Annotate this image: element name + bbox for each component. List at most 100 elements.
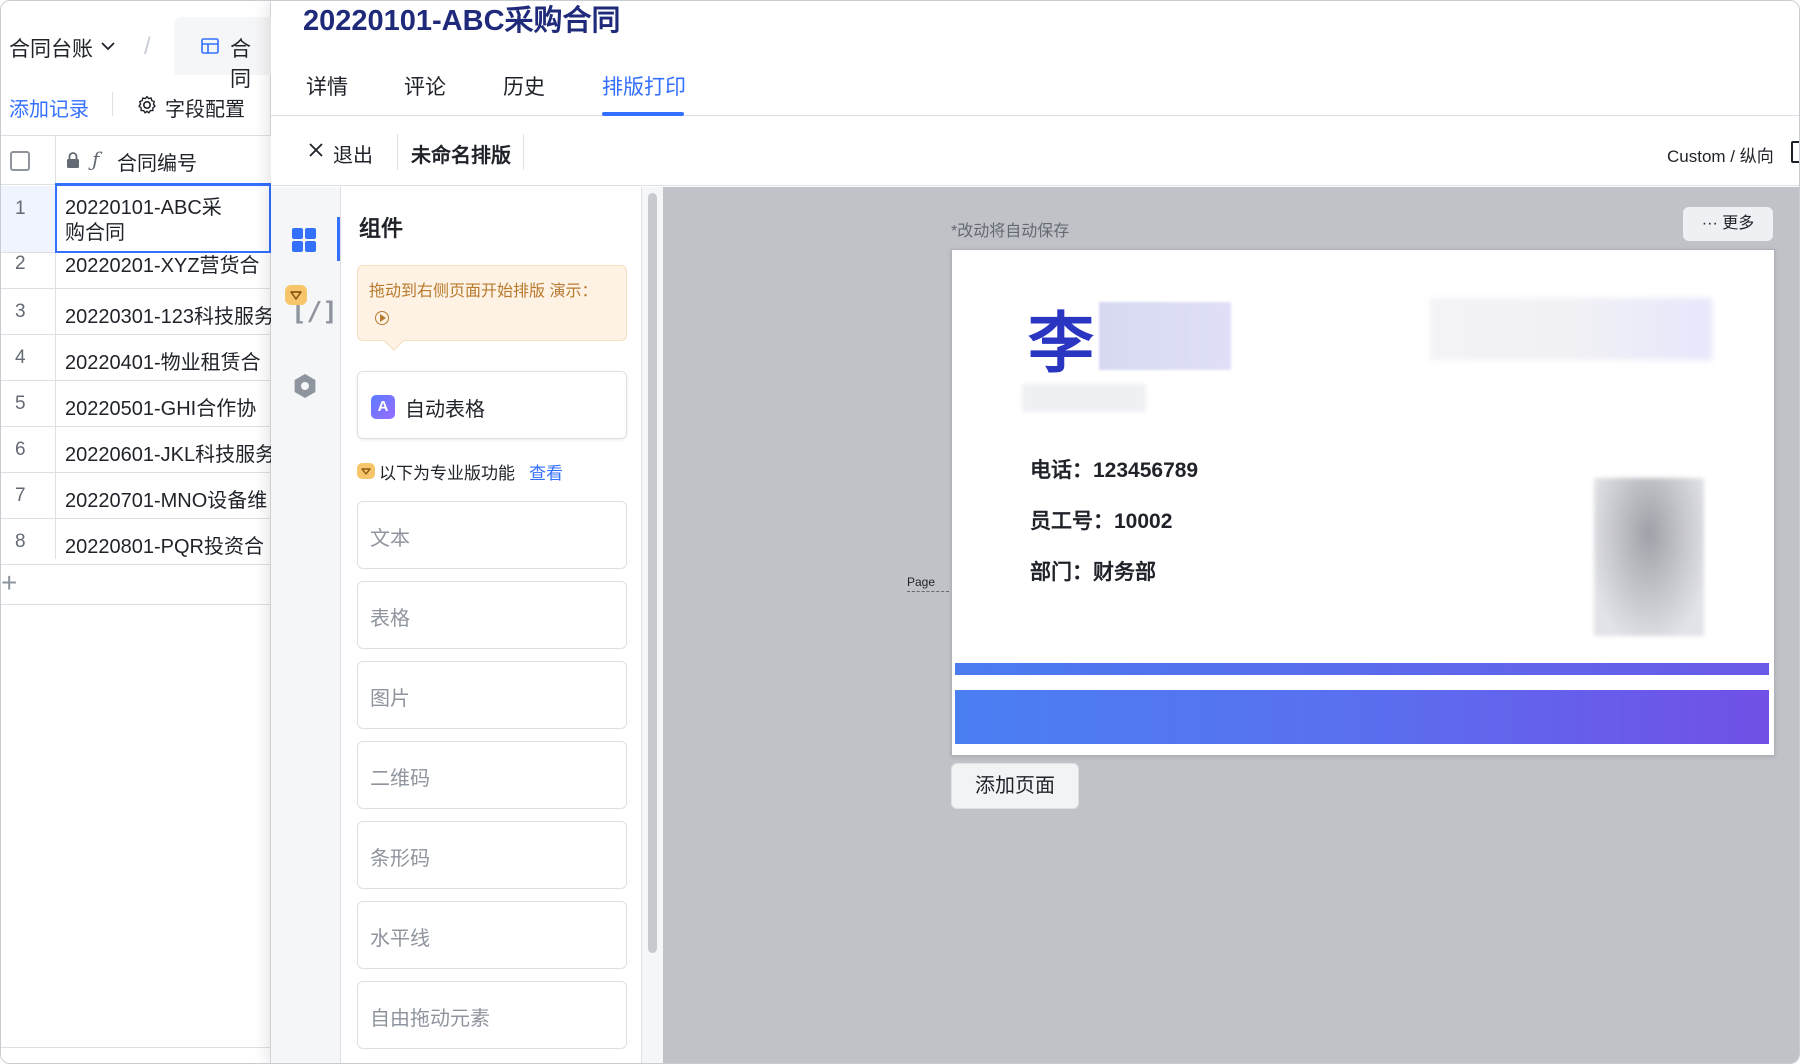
badge-stripe-thick[interactable] bbox=[955, 690, 1769, 744]
blurred-name[interactable] bbox=[1099, 302, 1231, 370]
table-icon bbox=[201, 38, 219, 54]
table-row[interactable]: 7 20220701-MNO设备维 bbox=[1, 473, 271, 519]
barcode-component[interactable]: 条形码 bbox=[357, 821, 627, 889]
row-number: 1 bbox=[15, 198, 26, 219]
component-label: 文本 bbox=[370, 528, 410, 550]
table-row[interactable]: 5 20220501-GHI合作协 bbox=[1, 381, 271, 427]
badge-department[interactable]: 部门：财务部 bbox=[1030, 556, 1156, 586]
badge-surname[interactable]: 李 bbox=[1028, 290, 1094, 386]
tab-details[interactable]: 详情 bbox=[306, 71, 348, 101]
exit-button[interactable]: 退出 bbox=[333, 139, 373, 168]
cell-value: 20220501-GHI合作协 bbox=[65, 398, 257, 420]
row-number: 4 bbox=[15, 347, 26, 368]
row-number: 5 bbox=[15, 393, 26, 414]
table-row[interactable]: 8 20220801-PQR投资合 bbox=[1, 519, 271, 565]
select-all-checkbox[interactable] bbox=[10, 151, 30, 171]
app-window: 合同台账 / 合同 添加记录 字段配置 ƒ 合同编号 1 20220101-AB… bbox=[0, 0, 1800, 1064]
autosave-notice: *改动将自动保存 bbox=[951, 223, 1070, 240]
row-number: 8 bbox=[15, 531, 26, 552]
lock-icon bbox=[67, 152, 79, 168]
row-number: 3 bbox=[15, 301, 26, 322]
image-component[interactable]: 图片 bbox=[357, 661, 627, 729]
tip-message: 拖动到右侧页面开始排版 演示： bbox=[369, 283, 598, 300]
component-label: 表格 bbox=[370, 608, 410, 630]
sheet-background: 合同台账 / 合同 添加记录 字段配置 ƒ 合同编号 1 20220101-AB… bbox=[1, 1, 284, 1063]
chevron-down-icon[interactable] bbox=[99, 37, 117, 55]
blurred-logo[interactable] bbox=[1430, 298, 1712, 360]
breadcrumb-separator: / bbox=[144, 33, 151, 60]
component-label: 二维码 bbox=[370, 768, 430, 790]
gear-icon bbox=[138, 95, 156, 114]
page-marker-line bbox=[907, 591, 949, 592]
pro-view-link[interactable]: 查看 bbox=[529, 459, 563, 484]
settings-hex-icon[interactable] bbox=[291, 372, 319, 400]
record-detail-panel: 20220101-ABC采购合同 详情 评论 历史 排版打印 退出 未命名排版 … bbox=[271, 1, 1799, 1063]
component-label: 图片 bbox=[370, 688, 410, 710]
auto-table-component[interactable] bbox=[357, 371, 627, 439]
add-row-button[interactable]: + bbox=[1, 567, 17, 599]
portrait-icon[interactable] bbox=[1791, 141, 1799, 163]
toolbar-divider bbox=[523, 134, 524, 170]
tab-history[interactable]: 历史 bbox=[503, 71, 545, 101]
formula-icon: ƒ bbox=[92, 147, 100, 171]
field-config-button[interactable]: 字段配置 bbox=[165, 93, 245, 122]
table-row[interactable]: 6 20220601-JKL科技服务 bbox=[1, 427, 275, 473]
tip-text: 拖动到右侧页面开始排版 演示： bbox=[369, 279, 599, 331]
sheet-title[interactable]: 合同台账 bbox=[9, 33, 93, 63]
close-icon[interactable] bbox=[307, 141, 325, 159]
cell-value: 20220301-123科技服务 bbox=[65, 306, 275, 328]
badge-phone[interactable]: 电话：123456789 bbox=[1030, 454, 1198, 484]
cell-value: 20220701-MNO设备维 bbox=[65, 490, 268, 512]
add-page-button[interactable]: 添加页面 bbox=[951, 763, 1079, 809]
grid-bottom-border bbox=[1, 604, 271, 605]
components-icon[interactable] bbox=[291, 227, 317, 253]
layout-name[interactable]: 未命名排版 bbox=[411, 139, 511, 168]
free-drag-component[interactable]: 自由拖动元素 bbox=[357, 981, 627, 1049]
play-icon[interactable] bbox=[375, 310, 389, 325]
row-number: 6 bbox=[15, 439, 26, 460]
hline-component[interactable]: 水平线 bbox=[357, 901, 627, 969]
auto-table-icon: A bbox=[371, 395, 395, 419]
pro-badge-icon bbox=[285, 285, 307, 305]
more-button[interactable]: ··· 更多 bbox=[1683, 207, 1773, 241]
row-number: 7 bbox=[15, 485, 26, 506]
table-row[interactable]: 3 20220301-123科技服务 bbox=[1, 289, 275, 335]
badge-stripe-thin[interactable] bbox=[955, 663, 1769, 675]
qrcode-component[interactable]: 二维码 bbox=[357, 741, 627, 809]
component-label: 条形码 bbox=[370, 848, 430, 870]
blurred-subtitle[interactable] bbox=[1022, 384, 1146, 412]
rail-active-indicator bbox=[337, 217, 340, 261]
cell-value: 20220601-JKL科技服务 bbox=[65, 444, 276, 466]
auto-table-label: 自动表格 bbox=[405, 399, 485, 421]
pro-notice: 以下为专业版功能 bbox=[379, 464, 515, 483]
row-number: 2 bbox=[15, 253, 26, 274]
tab-layout-print[interactable]: 排版打印 bbox=[602, 71, 686, 101]
blurred-photo[interactable] bbox=[1594, 478, 1704, 636]
badge-page[interactable]: 李 电话：123456789 员工号：10002 部门：财务部 bbox=[951, 249, 1775, 756]
toolbar-divider bbox=[397, 134, 398, 170]
cell-value: 20220401-物业租赁合 bbox=[65, 352, 261, 374]
cell-value: 20220101-ABC采购合同 bbox=[65, 197, 222, 244]
badge-employee-id[interactable]: 员工号：10002 bbox=[1030, 505, 1172, 535]
page-label: Page bbox=[907, 575, 936, 589]
tab-table-label: 合同 bbox=[230, 38, 251, 91]
toolbar-divider bbox=[112, 92, 113, 116]
column-header[interactable]: 合同编号 bbox=[117, 147, 197, 176]
page-size-selector[interactable]: Custom / 纵向 bbox=[1667, 142, 1774, 167]
component-label: 自由拖动元素 bbox=[370, 1008, 490, 1030]
scrollbar-thumb[interactable] bbox=[648, 193, 657, 953]
table-row[interactable]: 2 20220201-XYZ营货合 bbox=[1, 243, 271, 289]
cell-value: 20220801-PQR投资合 bbox=[65, 536, 264, 558]
table-row[interactable]: 4 20220401-物业租赁合 bbox=[1, 335, 271, 381]
pro-badge-icon bbox=[357, 463, 375, 479]
cell-value: 20220201-XYZ营货合 bbox=[65, 255, 260, 277]
table-component[interactable]: 表格 bbox=[357, 581, 627, 649]
components-title: 组件 bbox=[359, 216, 404, 241]
grid-footer-border bbox=[1, 1047, 271, 1048]
component-label: 水平线 bbox=[370, 928, 430, 950]
column-underline bbox=[55, 183, 271, 186]
tab-comments[interactable]: 评论 bbox=[404, 71, 446, 101]
page-title: 20220101-ABC采购合同 bbox=[303, 5, 621, 37]
text-component[interactable]: 文本 bbox=[357, 501, 627, 569]
add-record-button[interactable]: 添加记录 bbox=[9, 93, 89, 122]
